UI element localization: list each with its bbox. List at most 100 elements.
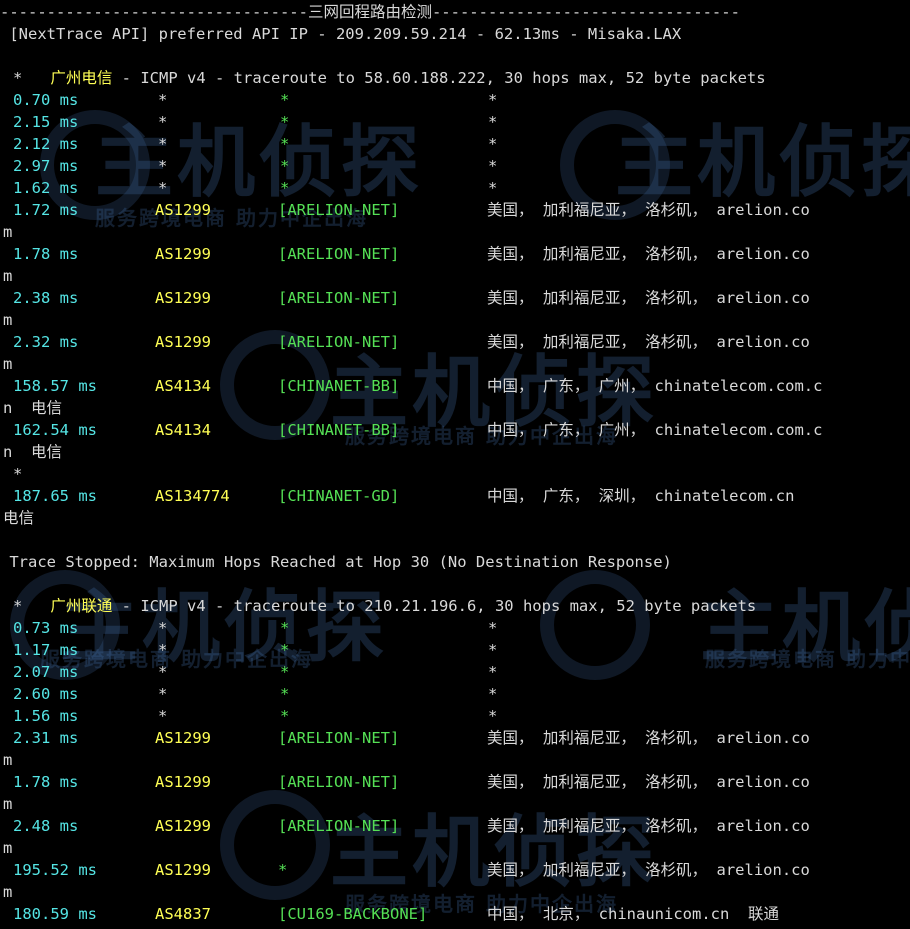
watermark-logo-icon bbox=[220, 790, 330, 900]
watermark-brand: 主机侦探 bbox=[330, 808, 659, 898]
hop-latency: 2.31 ms bbox=[13, 729, 79, 747]
hop-row: 1.17 ms * * * bbox=[0, 639, 910, 661]
hop-row: 1.56 ms * * * bbox=[0, 705, 910, 727]
hop-asn: AS4134 bbox=[155, 421, 211, 439]
hop-asn: * bbox=[158, 91, 168, 109]
hop-asn: * bbox=[158, 135, 168, 153]
hop-latency: 2.07 ms bbox=[13, 663, 79, 681]
timeout-row: * bbox=[13, 465, 23, 483]
hop-row: 2.48 ms AS1299 [ARELION-NET] 美国， 加利福尼亚， 洛杉矶… bbox=[0, 815, 910, 837]
hop-latency: 1.72 ms bbox=[13, 201, 79, 219]
hop-latency: 162.54 ms bbox=[13, 421, 97, 439]
hop-row: 0.73 ms * * * bbox=[0, 617, 910, 639]
hop-row: 0.70 ms * * * bbox=[0, 89, 910, 111]
hop-latency: 1.56 ms bbox=[13, 707, 79, 725]
hop-network: * bbox=[280, 135, 290, 153]
hop-row: 2.31 ms AS1299 [ARELION-NET] 美国， 加利福尼亚， 洛杉矶… bbox=[0, 727, 910, 749]
hop-asn: AS4837 bbox=[155, 905, 211, 923]
hop-row: 2.38 ms AS1299 [ARELION-NET] 美国， 加利福尼亚， 洛杉矶… bbox=[0, 287, 910, 309]
hop-row: 195.52 ms AS1299 * 美国， 加利福尼亚， 洛杉矶， arelion.… bbox=[0, 859, 910, 881]
hop-latency: 0.70 ms bbox=[13, 91, 79, 109]
hop-geo: 美国， 加利福尼亚， 洛杉矶， arelion.co bbox=[487, 333, 810, 351]
hop-geo: 美国， 加利福尼亚， 洛杉矶， arelion.co bbox=[487, 201, 810, 219]
hop-asn: AS1299 bbox=[155, 333, 211, 351]
trace-header-text: - ICMP v4 - traceroute to 58.60.188.222,… bbox=[112, 69, 766, 87]
hop-row: 2.97 ms * * * bbox=[0, 155, 910, 177]
hop-row: 2.32 ms AS1299 [ARELION-NET] 美国， 加利福尼亚， 洛杉矶… bbox=[0, 331, 910, 353]
banner-line: ---------------------------------三网回程路由检… bbox=[0, 3, 740, 21]
hop-network: [ARELION-NET] bbox=[278, 333, 400, 351]
hop-asn: * bbox=[158, 641, 168, 659]
hop-geo: 美国， 加利福尼亚， 洛杉矶， arelion.co bbox=[487, 861, 810, 879]
hop-latency: 1.78 ms bbox=[13, 245, 79, 263]
hop-network: [CHINANET-BB] bbox=[278, 421, 400, 439]
hop-network: [ARELION-NET] bbox=[278, 729, 400, 747]
hop-network: * bbox=[280, 91, 290, 109]
hop-latency: 2.38 ms bbox=[13, 289, 79, 307]
hop-row: 2.15 ms * * * bbox=[0, 111, 910, 133]
hop-geo: * bbox=[488, 113, 498, 131]
hop-geo: 美国， 加利福尼亚， 洛杉矶， arelion.co bbox=[487, 729, 810, 747]
hop-geo: * bbox=[488, 619, 498, 637]
hop-latency: 1.62 ms bbox=[13, 179, 79, 197]
hop-latency: 1.78 ms bbox=[13, 773, 79, 791]
timeout-row: * bbox=[13, 69, 23, 87]
hop-wrap-text: m bbox=[3, 355, 13, 373]
hop-asn: AS1299 bbox=[155, 201, 211, 219]
hop-geo: 美国， 加利福尼亚， 洛杉矶， arelion.co bbox=[487, 817, 810, 835]
hop-latency: 187.65 ms bbox=[13, 487, 97, 505]
trace-stopped-line: Trace Stopped: Maximum Hops Reached at H… bbox=[0, 553, 672, 571]
hop-network: [ARELION-NET] bbox=[278, 201, 400, 219]
hop-asn: * bbox=[158, 113, 168, 131]
hop-network: * bbox=[280, 663, 290, 681]
hop-row: 1.78 ms AS1299 [ARELION-NET] 美国， 加利福尼亚， 洛杉矶… bbox=[0, 771, 910, 793]
hop-wrap-text: 电信 bbox=[3, 509, 35, 527]
hop-network: [ARELION-NET] bbox=[278, 289, 400, 307]
hop-network: * bbox=[280, 685, 290, 703]
hop-geo: 中国， 广东， 深圳， chinatelecom.cn bbox=[487, 487, 795, 505]
hop-asn: AS1299 bbox=[155, 861, 211, 879]
hop-geo: 中国， 广东， 广州， chinatelecom.com.c bbox=[487, 421, 823, 439]
hop-network: [ARELION-NET] bbox=[278, 245, 400, 263]
hop-geo: * bbox=[488, 663, 498, 681]
hop-row: 158.57 ms AS4134 [CHINANET-BB] 中国， 广东， 广州， … bbox=[0, 375, 910, 397]
timeout-row: * bbox=[13, 597, 23, 615]
hop-network: * bbox=[280, 707, 290, 725]
hop-network: * bbox=[280, 113, 290, 131]
api-line: [NextTrace API] preferred API IP - 209.2… bbox=[0, 25, 682, 43]
hop-network: * bbox=[280, 179, 290, 197]
hop-asn: AS1299 bbox=[155, 773, 211, 791]
hop-network: [CHINANET-GD] bbox=[278, 487, 400, 505]
hop-geo: 中国， 广东， 广州， chinatelecom.com.c bbox=[487, 377, 823, 395]
hop-row: 2.60 ms * * * bbox=[0, 683, 910, 705]
hop-wrap-text: m bbox=[3, 223, 13, 241]
hop-network: [CU169-BACKBONE] bbox=[278, 905, 428, 923]
hop-geo: * bbox=[488, 135, 498, 153]
hop-asn: AS1299 bbox=[155, 289, 211, 307]
hop-latency: 2.32 ms bbox=[13, 333, 79, 351]
hop-asn: * bbox=[158, 157, 168, 175]
hop-asn: * bbox=[158, 707, 168, 725]
hop-wrap-text: m bbox=[3, 839, 13, 857]
hop-wrap-text: m bbox=[3, 751, 13, 769]
hop-network: * bbox=[278, 861, 288, 879]
hop-asn: AS1299 bbox=[155, 245, 211, 263]
hop-network: * bbox=[280, 619, 290, 637]
hop-latency: 2.48 ms bbox=[13, 817, 79, 835]
hop-geo: 中国， 北京， chinaunicom.cn 联通 bbox=[487, 905, 779, 923]
hop-network: [ARELION-NET] bbox=[278, 773, 400, 791]
hop-asn: * bbox=[158, 663, 168, 681]
trace-header-unicom: 广州联通 - ICMP v4 - traceroute to 210.21.19… bbox=[0, 573, 756, 615]
hop-wrap-text: m bbox=[3, 267, 13, 285]
hop-latency: 180.59 ms bbox=[13, 905, 97, 923]
hop-geo: * bbox=[488, 157, 498, 175]
hop-geo: * bbox=[488, 685, 498, 703]
hop-wrap-text: n 电信 bbox=[3, 399, 62, 417]
hop-latency: 1.17 ms bbox=[13, 641, 79, 659]
hop-asn: * bbox=[158, 685, 168, 703]
hop-geo: * bbox=[488, 707, 498, 725]
hop-latency: 2.60 ms bbox=[13, 685, 79, 703]
hop-row: 2.07 ms * * * bbox=[0, 661, 910, 683]
hop-latency: 195.52 ms bbox=[13, 861, 97, 879]
hop-network: * bbox=[280, 157, 290, 175]
